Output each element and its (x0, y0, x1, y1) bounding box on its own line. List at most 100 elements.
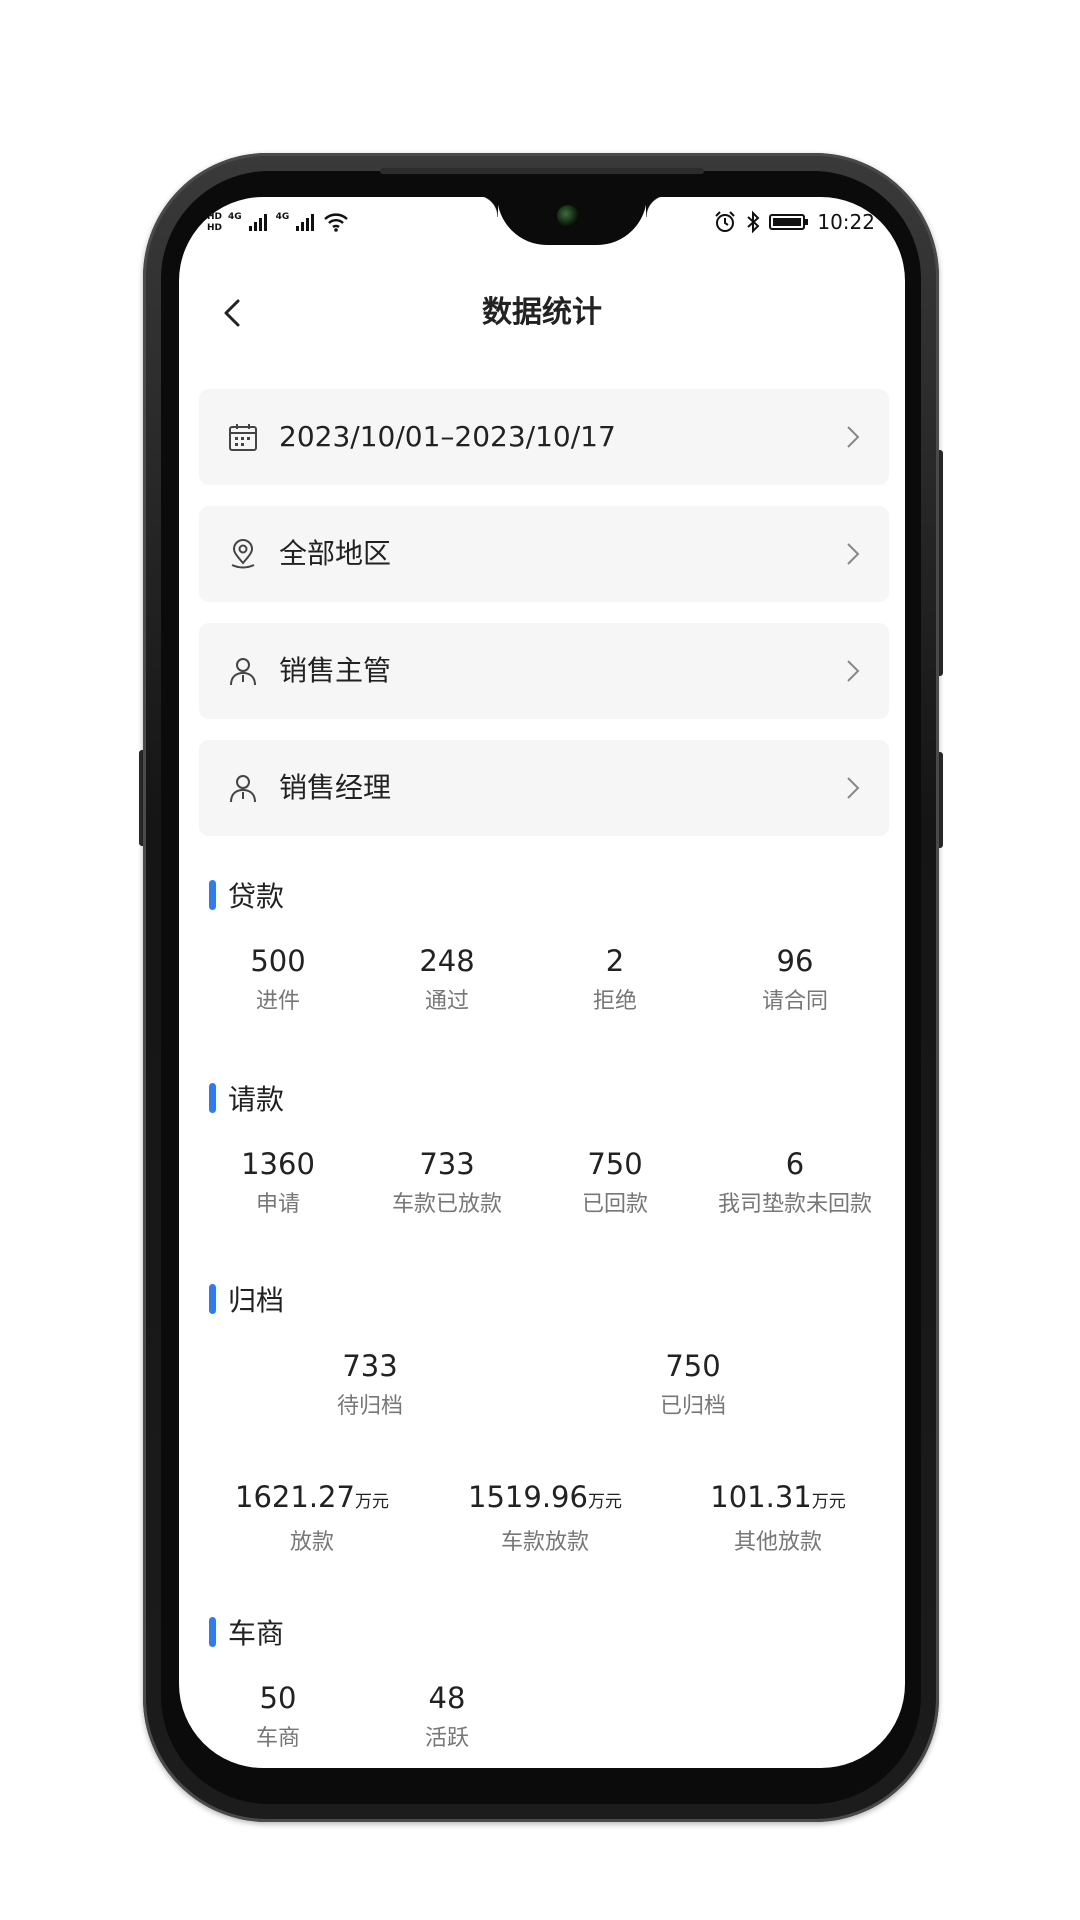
screen: HD HD 4G 4G 10:22 数据统计 2023/10/01–2023/1… (179, 197, 905, 1768)
chevron-right-icon (847, 543, 860, 565)
wifi-icon (324, 213, 349, 232)
chevron-right-icon (847, 426, 860, 448)
signal-icon (248, 214, 267, 231)
stat-item: 733 待归档 (337, 1348, 403, 1422)
amount-value: 1519.96 (468, 1480, 588, 1514)
sales-supervisor-label: 销售主管 (279, 654, 392, 687)
amount-value-row: 101.31万元 (710, 1479, 845, 1520)
stat-item: 248 通过 (419, 943, 474, 1017)
date-range-label: 2023/10/01–2023/10/17 (279, 420, 616, 453)
stat-item: 6 我司垫款未回款 (718, 1146, 872, 1220)
stat-item: 96 请合同 (762, 943, 828, 1017)
stat-item: 50 车商 (256, 1680, 300, 1754)
accent-bar (209, 1083, 216, 1113)
date-range-filter[interactable]: 2023/10/01–2023/10/17 (199, 389, 889, 485)
stat-value: 500 (250, 944, 306, 978)
sales-manager-label: 销售经理 (279, 771, 392, 804)
accent-bar (209, 880, 216, 910)
stat-item: 733 车款已放款 (392, 1146, 502, 1220)
section-title-text: 车商 (228, 1617, 285, 1650)
stat-value: 733 (419, 1147, 475, 1181)
stat-label: 我司垫款未回款 (717, 1192, 873, 1217)
stat-value: 248 (419, 944, 475, 978)
sales-manager-filter[interactable]: 销售经理 (199, 740, 889, 836)
amount-label: 放款 (289, 1530, 334, 1555)
chevron-right-icon (847, 777, 860, 799)
chevron-right-icon (847, 660, 860, 682)
stat-value: 2 (605, 944, 625, 978)
hd-badge: HD (207, 222, 223, 233)
calendar-icon (229, 424, 257, 451)
amount-label: 车款放款 (500, 1530, 589, 1555)
status-bar-right: 10:22 (713, 207, 875, 237)
stat-item: 1360 申请 (241, 1146, 315, 1220)
stat-label: 申请 (255, 1192, 300, 1217)
person-icon (230, 658, 256, 686)
stat-label: 通过 (424, 989, 470, 1014)
stat-label: 活跃 (424, 1726, 470, 1751)
region-label: 全部地区 (279, 537, 392, 570)
hd-badge: HD (207, 211, 223, 222)
stat-label: 已回款 (581, 1192, 649, 1217)
earpiece (380, 168, 704, 174)
amount-item: 1519.96万元 车款放款 (468, 1479, 622, 1558)
network-label: 4G (275, 212, 290, 222)
amount-label: 其他放款 (733, 1530, 823, 1555)
stat-label: 车款已放款 (391, 1192, 503, 1217)
amount-value-row: 1621.27万元 (235, 1479, 389, 1520)
stat-value: 750 (665, 1349, 721, 1383)
sales-supervisor-filter[interactable]: 销售主管 (199, 623, 889, 719)
stat-value: 96 (776, 944, 814, 978)
stage: HD HD 4G 4G 10:22 数据统计 2023/10/01–2023/1… (0, 0, 1080, 1920)
header: 数据统计 (179, 277, 905, 349)
amount-unit: 万元 (354, 1492, 389, 1512)
hd-badges: HD HD (207, 212, 222, 233)
stat-label: 已归档 (659, 1394, 727, 1419)
stat-item: 48 活跃 (425, 1680, 469, 1754)
stat-label: 请合同 (761, 989, 829, 1014)
status-time: 10:22 (817, 210, 875, 234)
amount-unit: 万元 (811, 1492, 846, 1512)
bluetooth-icon (747, 210, 760, 234)
stat-label: 拒绝 (592, 989, 638, 1014)
status-bar-left: HD HD 4G 4G (207, 207, 349, 237)
stat-value: 733 (342, 1349, 398, 1383)
notch (476, 197, 668, 245)
stat-item: 750 已归档 (660, 1348, 726, 1422)
battery-icon (769, 214, 809, 230)
stat-value: 6 (785, 1147, 805, 1181)
stat-item: 750 已回款 (582, 1146, 648, 1220)
dealer-section-title: 车商 (209, 1614, 284, 1650)
amount-item: 101.31万元 其他放款 (710, 1479, 845, 1558)
accent-bar (209, 1617, 216, 1647)
accent-bar (209, 1284, 216, 1314)
stat-label: 进件 (255, 989, 301, 1014)
stat-item: 500 进件 (250, 943, 305, 1017)
payment-request-section-title: 请款 (209, 1080, 284, 1116)
amount-item: 1621.27万元 放款 (235, 1479, 389, 1558)
section-title-text: 贷款 (228, 880, 285, 913)
page-title: 数据统计 (482, 295, 602, 330)
amount-value-row: 1519.96万元 (468, 1479, 622, 1520)
stat-value: 48 (428, 1681, 466, 1715)
section-title-text: 归档 (228, 1284, 285, 1317)
amount-value: 1621.27 (235, 1480, 355, 1514)
section-title-text: 请款 (228, 1083, 285, 1116)
amount-value: 101.31 (710, 1480, 812, 1514)
alarm-icon (715, 211, 736, 232)
signal-icon (296, 214, 315, 231)
loan-section-title: 贷款 (209, 877, 284, 913)
region-filter[interactable]: 全部地区 (199, 506, 889, 602)
stat-value: 50 (259, 1681, 297, 1715)
stat-label: 待归档 (336, 1394, 404, 1419)
archive-section-title: 归档 (209, 1281, 284, 1317)
network-label: 4G (228, 212, 242, 222)
amount-unit: 万元 (587, 1492, 622, 1512)
stat-value: 750 (587, 1147, 643, 1181)
stat-value: 1360 (241, 1147, 315, 1181)
person-icon (230, 775, 256, 803)
front-camera (557, 205, 579, 227)
stat-item: 2 拒绝 (593, 943, 637, 1017)
location-pin-icon (231, 539, 255, 569)
stat-label: 车商 (255, 1726, 301, 1751)
